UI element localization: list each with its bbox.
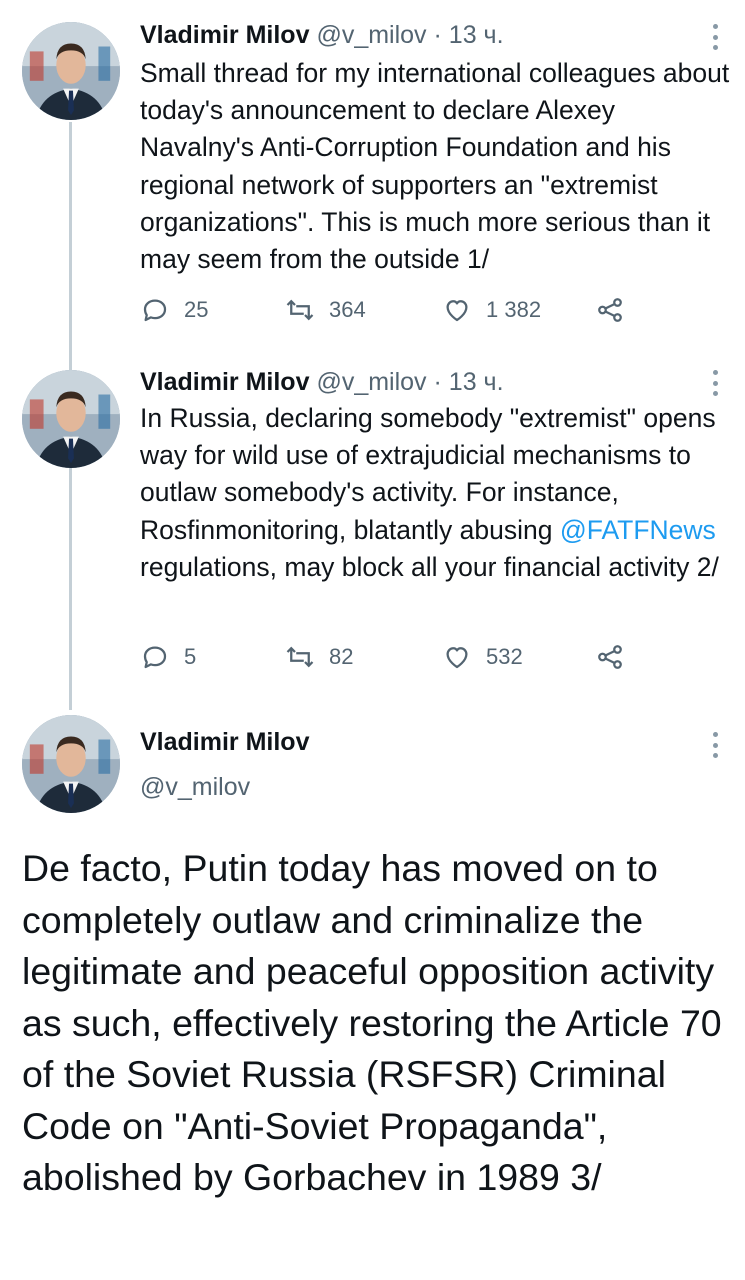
avatar[interactable] xyxy=(22,22,120,120)
tweet-text: De facto, Putin today has moved on to co… xyxy=(22,847,722,1198)
retweet-count: 82 xyxy=(329,644,354,669)
tweet-actions: 5 82 532 xyxy=(140,637,640,677)
like-button[interactable]: 1 382 xyxy=(442,290,541,330)
avatar-image xyxy=(22,715,120,813)
mention-link[interactable]: @FATFNews xyxy=(560,515,716,545)
avatar-image xyxy=(22,22,120,120)
tweet-actions: 25 364 1 382 xyxy=(140,290,640,330)
separator: · xyxy=(433,21,442,49)
reply-icon xyxy=(143,646,167,669)
retweet-button[interactable]: 364 xyxy=(285,290,366,330)
more-vertical-icon[interactable] xyxy=(711,24,719,50)
share-button[interactable] xyxy=(595,637,625,677)
author-handle[interactable]: @v_milov xyxy=(316,21,426,49)
like-button[interactable]: 532 xyxy=(442,637,523,677)
author-handle[interactable]: @v_milov xyxy=(316,368,426,396)
tweet-1[interactable]: Vladimir Milov @v_milov · 13 ч. Small th… xyxy=(0,0,745,350)
avatar[interactable] xyxy=(22,715,120,813)
timestamp[interactable]: 13 ч. xyxy=(449,21,504,49)
share-button[interactable] xyxy=(595,290,625,330)
like-count: 532 xyxy=(486,644,523,669)
tweet-2[interactable]: Vladimir Milov @v_milov · 13 ч. In Russi… xyxy=(0,355,745,700)
heart-icon xyxy=(446,300,468,322)
tweet-header: Vladimir Milov @v_milov · 13 ч. xyxy=(140,367,504,397)
reply-icon xyxy=(143,299,167,322)
timestamp[interactable]: 13 ч. xyxy=(449,368,504,396)
more-vertical-icon[interactable] xyxy=(711,732,719,758)
share-icon xyxy=(598,645,622,669)
tweet-text: Small thread for my international collea… xyxy=(140,58,730,275)
tweet-text-part: regulations, may block all your financia… xyxy=(140,551,719,582)
retweet-count: 364 xyxy=(329,297,366,322)
reply-count: 5 xyxy=(184,644,197,669)
heart-icon xyxy=(446,647,468,669)
author-name[interactable]: Vladimir Milov xyxy=(140,728,309,757)
more-vertical-icon[interactable] xyxy=(711,370,719,396)
reply-count: 25 xyxy=(184,297,209,322)
reply-button[interactable]: 5 xyxy=(140,637,196,677)
reply-button[interactable]: 25 xyxy=(140,290,208,330)
like-count: 1 382 xyxy=(486,297,542,322)
author-name[interactable]: Vladimir Milov xyxy=(140,368,309,396)
retweet-button[interactable]: 82 xyxy=(285,637,353,677)
author-name[interactable]: Vladimir Milov xyxy=(140,21,309,49)
avatar-image xyxy=(22,370,120,468)
share-icon xyxy=(598,298,622,322)
tweet-text: In Russia, declaring somebody "extremist… xyxy=(140,400,730,586)
retweet-icon xyxy=(286,299,314,321)
separator: · xyxy=(433,368,442,396)
author-handle[interactable]: @v_milov xyxy=(140,773,250,802)
tweet-3-focused: Vladimir Milov @v_milov De facto, Putin … xyxy=(0,710,745,1280)
avatar[interactable] xyxy=(22,370,120,468)
tweet-header: Vladimir Milov @v_milov · 13 ч. xyxy=(140,20,504,50)
retweet-icon xyxy=(286,646,314,668)
